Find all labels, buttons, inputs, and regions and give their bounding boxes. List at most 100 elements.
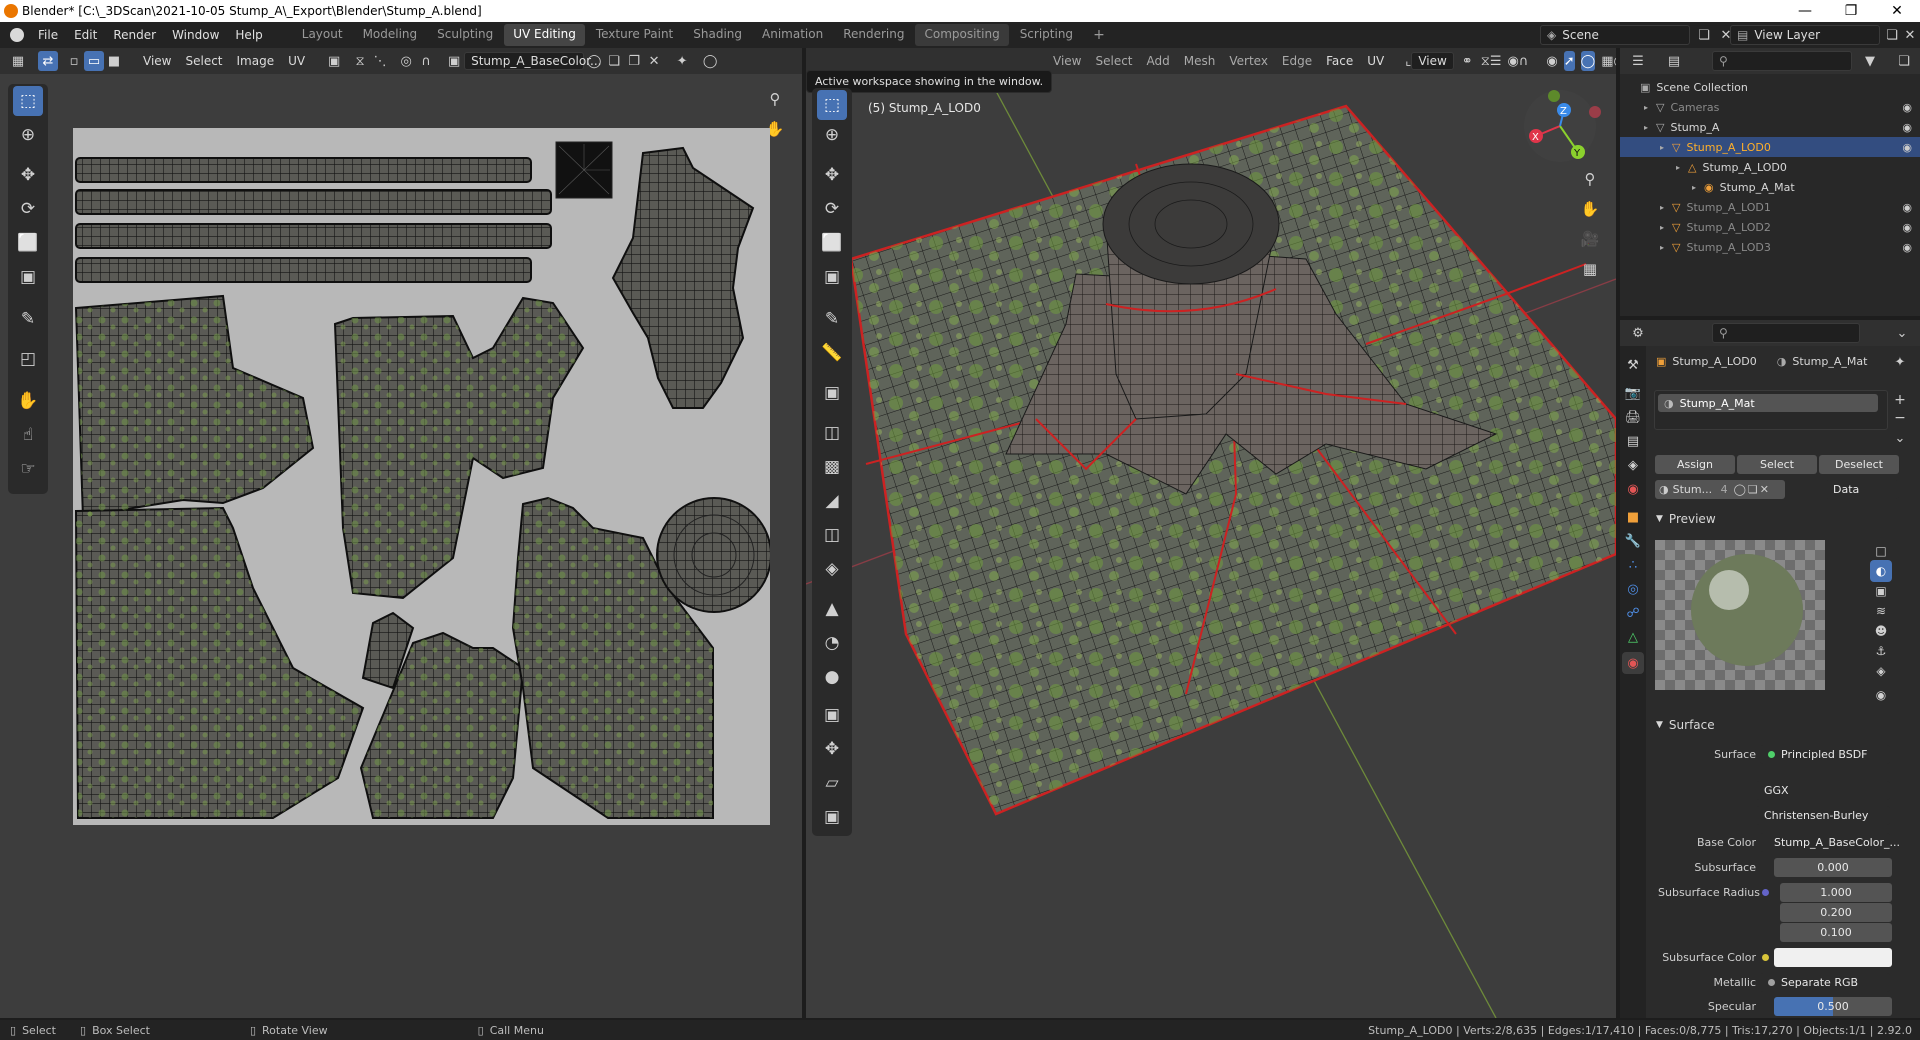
menu-edit[interactable]: Edit — [66, 28, 105, 42]
outliner-item[interactable]: ▸ ▽ Stump_A_LOD0 ◉ — [1620, 137, 1920, 157]
visibility-eye-icon[interactable]: ◉ — [1902, 201, 1912, 214]
material-datablock[interactable]: ◑ Stum... 4 ◯ ❏ ✕ — [1655, 480, 1785, 499]
new-scene-icon[interactable]: ❏ — [1694, 25, 1714, 45]
blender-menu-icon[interactable] — [10, 28, 24, 42]
shear-tool[interactable]: ▱ — [817, 768, 847, 798]
gizmo-icon[interactable]: ➚ — [1563, 51, 1575, 71]
vp-transform-tool[interactable]: ▣ — [817, 262, 847, 292]
vp-pan-icon[interactable]: ✋ — [1577, 196, 1603, 222]
tab-modeling[interactable]: Modeling — [354, 24, 427, 46]
outliner[interactable]: ☰ ▤ ⚲ ▼ ❏ ▣ Scene Collection ▸ ▽ Cameras ◉ ▸… — [1620, 48, 1920, 316]
vp-menu-uv[interactable]: UV — [1360, 54, 1391, 68]
rip-tool[interactable]: ◰ — [13, 344, 43, 374]
bevel-tool[interactable]: ◢ — [817, 486, 847, 516]
tab-texture-paint[interactable]: Texture Paint — [587, 24, 682, 46]
pivot-point-icon[interactable]: ⚭ — [1462, 51, 1473, 71]
knife-tool[interactable]: ◈ — [817, 554, 847, 584]
snap-target-icon[interactable]: ⋱ — [370, 51, 390, 71]
loop-cut-tool[interactable]: ◫ — [817, 520, 847, 550]
new-collection-icon[interactable]: ❏ — [1894, 51, 1914, 71]
visibility-eye-icon[interactable]: ◉ — [1902, 241, 1912, 254]
uv-overlay-icon[interactable]: ◯ — [700, 51, 720, 71]
subsurface-value[interactable]: 0.000 — [1774, 858, 1892, 877]
grab-tool[interactable]: ✋ — [13, 386, 43, 416]
vp-menu-edge[interactable]: Edge — [1275, 54, 1319, 68]
tool-tab-icon[interactable]: ⚒ — [1622, 354, 1644, 376]
vp-menu-select[interactable]: Select — [1088, 54, 1139, 68]
move-tool[interactable]: ✥ — [13, 160, 43, 190]
pivot-icon[interactable]: ▣ — [324, 51, 344, 71]
data-tab-icon[interactable]: △ — [1622, 626, 1644, 648]
vp-select-box-tool[interactable]: ⬚ — [817, 90, 847, 120]
image-browse-icon[interactable]: ▣ — [444, 51, 464, 71]
visibility-eye-icon[interactable]: ◉ — [1902, 141, 1912, 154]
preview-monkey-icon[interactable]: ☻ — [1870, 620, 1892, 642]
surface-panel-header[interactable]: ▼ Surface — [1652, 714, 1916, 736]
tab-layout[interactable]: Layout — [293, 24, 352, 46]
outliner-item[interactable]: ▸ ▽ Stump_A_LOD1 ◉ — [1620, 197, 1920, 217]
select-box-tool[interactable]: ⬚ — [13, 86, 43, 116]
fake-user-icon[interactable]: ◯ — [584, 51, 604, 71]
outliner-editor-type-icon[interactable]: ☰ — [1628, 51, 1648, 71]
material-tab-icon[interactable]: ◉ — [1622, 652, 1644, 674]
remove-slot-icon[interactable]: − — [1890, 408, 1910, 428]
falloff-icon[interactable]: ∩ — [416, 51, 436, 71]
vp-snap-icon[interactable]: ⧖ — [1481, 51, 1490, 71]
outliner-item[interactable]: ▸ ▽ Stump_A_LOD3 ◉ — [1620, 237, 1920, 257]
metallic-field[interactable]: Separate RGB — [1760, 973, 1890, 992]
outliner-item[interactable]: ▸ ▽ Stump_A_LOD2 ◉ — [1620, 217, 1920, 237]
outliner-item[interactable]: ▸ ▽ Cameras ◉ — [1620, 97, 1920, 117]
overlay-icon[interactable]: ◯ — [1580, 51, 1596, 71]
output-tab-icon[interactable]: 🖨 — [1622, 406, 1644, 428]
expand-arrow-icon[interactable]: ▸ — [1660, 203, 1672, 212]
poly-build-tool[interactable]: ▲ — [817, 594, 847, 624]
maximize-icon[interactable]: ❐ — [1828, 0, 1874, 22]
shrink-fatten-tool[interactable]: ✥ — [817, 734, 847, 764]
measure-tool[interactable]: 📏 — [817, 338, 847, 368]
filter-icon[interactable]: ▼ — [1860, 51, 1880, 71]
outliner-search[interactable]: ⚲ — [1712, 51, 1852, 71]
outliner-item[interactable]: ▸ △ Stump_A_LOD0 — [1620, 157, 1920, 177]
viewport-scene[interactable] — [806, 74, 1616, 1018]
preview-fluid-icon[interactable]: ◈ — [1870, 660, 1892, 682]
vp-menu-mesh[interactable]: Mesh — [1177, 54, 1223, 68]
material-slot-item[interactable]: ◑ Stump_A_Mat — [1658, 394, 1878, 412]
radius-y[interactable]: 0.200 — [1780, 903, 1892, 922]
editor-type-icon[interactable]: ▦ — [8, 51, 28, 71]
annotate-tool[interactable]: ✎ — [13, 304, 43, 334]
preview-sphere-icon[interactable]: ◐ — [1870, 560, 1892, 582]
select-button[interactable]: Select — [1737, 455, 1817, 474]
add-cube-tool[interactable]: ▣ — [817, 378, 847, 408]
uv-menu-image[interactable]: Image — [230, 54, 282, 68]
preview-cube-icon[interactable]: ▣ — [1870, 580, 1892, 602]
world-tab-icon[interactable]: ◉ — [1622, 478, 1644, 500]
pin-props-icon[interactable]: ✦ — [1890, 352, 1910, 372]
menu-help[interactable]: Help — [227, 28, 270, 42]
cursor-tool[interactable]: ⊕ — [13, 120, 43, 150]
tab-scripting[interactable]: Scripting — [1011, 24, 1082, 46]
orientation-dropdown[interactable]: View — [1411, 52, 1454, 70]
subsurface-method-dropdown[interactable]: Christensen-Burley — [1756, 806, 1890, 825]
vp-menu-add[interactable]: Add — [1140, 54, 1177, 68]
vp-annotate-tool[interactable]: ✎ — [817, 304, 847, 334]
unlink-image-icon[interactable]: ✕ — [644, 51, 664, 71]
preview-cloth-icon[interactable]: ⚓ — [1870, 640, 1892, 662]
new-view-layer-icon[interactable]: ❏ — [1882, 25, 1902, 45]
delete-view-layer-icon[interactable]: ✕ — [1900, 25, 1920, 45]
expand-arrow-icon[interactable]: ▸ — [1676, 163, 1688, 172]
distribution-dropdown[interactable]: GGX — [1756, 781, 1890, 800]
image-name-field[interactable]: Stump_A_BaseColor... — [464, 52, 601, 70]
close-icon[interactable]: ✕ — [1874, 0, 1920, 22]
new-image-icon[interactable]: ❏ — [604, 51, 624, 71]
vp-cursor-tool[interactable]: ⊕ — [817, 120, 847, 150]
constraints-tab-icon[interactable]: ☍ — [1622, 602, 1644, 624]
outliner-item[interactable]: ▸ ◉ Stump_A_Mat — [1620, 177, 1920, 197]
vp-zoom-icon[interactable]: ⚲ — [1577, 166, 1603, 192]
tab-uv-editing[interactable]: UV Editing — [504, 24, 585, 46]
vp-menu-vertex[interactable]: Vertex — [1222, 54, 1275, 68]
open-image-icon[interactable]: ❐ — [624, 51, 644, 71]
specular-slider[interactable]: 0.500 — [1774, 997, 1892, 1016]
expand-arrow-icon[interactable]: ▸ — [1644, 103, 1656, 112]
expand-arrow-icon[interactable]: ▸ — [1660, 243, 1672, 252]
edge-select-icon[interactable]: ▭ — [84, 51, 104, 71]
